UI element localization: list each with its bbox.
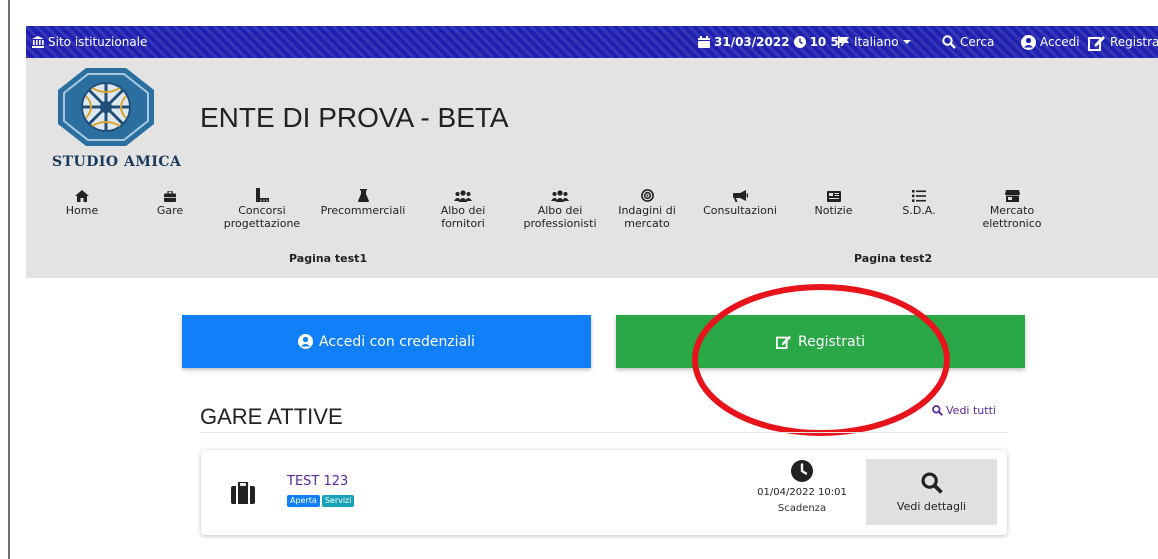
search-icon bbox=[920, 471, 943, 494]
flag-icon bbox=[838, 36, 849, 48]
nav-precommerciali-label: Precommerciali bbox=[320, 204, 406, 217]
nav-page-test2[interactable]: Pagina test2 bbox=[854, 252, 932, 265]
edit-icon bbox=[776, 335, 792, 349]
login-button-label: Accedi con credenziali bbox=[319, 333, 475, 350]
nav-mercato-label: Mercato elettronico bbox=[982, 204, 1042, 230]
users-icon bbox=[454, 190, 472, 202]
briefcase-icon bbox=[164, 191, 176, 202]
home-icon bbox=[75, 190, 89, 202]
list-icon bbox=[912, 190, 926, 202]
nav-gare[interactable]: Gare bbox=[150, 184, 190, 217]
search-link[interactable]: Cerca bbox=[942, 26, 994, 58]
login-link[interactable]: Accedi bbox=[1021, 26, 1080, 58]
status-badge: Aperta bbox=[287, 495, 320, 507]
ruler-icon bbox=[255, 188, 269, 202]
left-border bbox=[8, 0, 10, 559]
users-icon bbox=[551, 190, 569, 202]
login-label: Accedi bbox=[1040, 35, 1080, 49]
section-divider bbox=[200, 432, 1008, 433]
nav-notizie[interactable]: Notizie bbox=[806, 184, 861, 217]
view-details-label: Vedi dettagli bbox=[896, 499, 967, 513]
deadline-label: Scadenza bbox=[777, 503, 827, 514]
nav-concorsi-progettazione[interactable]: Concorsi progettazione bbox=[217, 184, 307, 230]
nav-gare-label: Gare bbox=[156, 204, 184, 217]
search-label: Cerca bbox=[960, 35, 995, 49]
flask-icon bbox=[357, 189, 369, 202]
nav-home[interactable]: Home bbox=[62, 184, 102, 217]
current-date: 31/03/2022 bbox=[714, 35, 790, 49]
deadline-date: 01/04/2022 10:01 bbox=[757, 487, 847, 498]
tender-badges: Aperta Servizi bbox=[287, 495, 355, 507]
nav-indagini-mercato[interactable]: Indagini di mercato bbox=[612, 184, 682, 230]
nav-consultazioni[interactable]: Consultazioni bbox=[700, 184, 780, 217]
user-circle-icon bbox=[1021, 34, 1036, 50]
user-circle-icon bbox=[298, 334, 314, 349]
tender-card: TEST 123 Aperta Servizi 01/04/2022 10:01… bbox=[201, 450, 1007, 535]
nav-concorsi-label: Concorsi progettazione bbox=[223, 204, 301, 230]
language-label: Italiano bbox=[854, 35, 899, 49]
nav-home-label: Home bbox=[65, 204, 99, 217]
nav-albo-professionisti[interactable]: Albo dei professionisti bbox=[515, 184, 605, 230]
nav-notizie-label: Notizie bbox=[814, 204, 853, 217]
language-selector[interactable]: Italiano bbox=[838, 26, 911, 58]
site-title: ENTE DI PROVA - BETA bbox=[200, 102, 509, 133]
search-icon bbox=[942, 35, 956, 49]
view-details-button[interactable]: Vedi dettagli bbox=[866, 459, 997, 525]
bullhorn-icon bbox=[732, 190, 748, 202]
newspaper-icon bbox=[826, 191, 841, 202]
institutional-site-link[interactable]: Sito istituzionale bbox=[32, 26, 147, 58]
institution-icon bbox=[32, 36, 44, 48]
briefcase-icon bbox=[231, 482, 255, 504]
nav-sda[interactable]: S.D.A. bbox=[894, 184, 944, 217]
target-icon bbox=[640, 189, 654, 202]
site-header bbox=[26, 58, 1158, 278]
login-with-credentials-button[interactable]: Accedi con credenziali bbox=[182, 315, 591, 368]
calendar-icon bbox=[698, 36, 710, 48]
nav-precommerciali[interactable]: Precommerciali bbox=[318, 184, 408, 217]
tender-deadline: 01/04/2022 10:01 Scadenza bbox=[747, 460, 857, 514]
see-all-link[interactable]: Vedi tutti bbox=[932, 404, 996, 417]
nav-page-test1[interactable]: Pagina test1 bbox=[289, 252, 367, 265]
search-icon bbox=[932, 405, 943, 416]
nav-indagini-label: Indagini di mercato bbox=[618, 204, 676, 230]
studio-amica-logo bbox=[58, 68, 154, 146]
nav-albo-fornitori[interactable]: Albo dei fornitori bbox=[428, 184, 498, 230]
nav-sda-label: S.D.A. bbox=[902, 204, 936, 217]
clock-icon bbox=[793, 36, 806, 48]
nav-albo-professionisti-label: Albo dei professionisti bbox=[523, 204, 597, 230]
active-tenders-title: GARE ATTIVE bbox=[200, 404, 343, 429]
date-time: 31/03/2022 10 57 bbox=[698, 26, 847, 58]
register-link[interactable]: Registra bbox=[1088, 26, 1158, 58]
caret-down-icon bbox=[902, 40, 911, 44]
institutional-site-label: Sito istituzionale bbox=[48, 35, 148, 49]
store-icon bbox=[1004, 190, 1020, 202]
register-label: Registra bbox=[1110, 35, 1158, 49]
nav-consultazioni-label: Consultazioni bbox=[703, 204, 777, 217]
top-bar: Sito istituzionale 31/03/2022 10 57 Ital… bbox=[26, 26, 1158, 58]
edit-icon bbox=[1088, 35, 1105, 51]
clock-icon bbox=[791, 460, 813, 482]
category-badge: Servizi bbox=[321, 495, 355, 507]
tender-title-link[interactable]: TEST 123 bbox=[287, 474, 348, 489]
see-all-label: Vedi tutti bbox=[946, 404, 996, 417]
register-button[interactable]: Registrati bbox=[616, 315, 1025, 368]
logo-text: STUDIO AMICA bbox=[52, 154, 182, 170]
nav-albo-fornitori-label: Albo dei fornitori bbox=[440, 204, 486, 230]
register-button-label: Registrati bbox=[798, 333, 865, 350]
nav-mercato-elettronico[interactable]: Mercato elettronico bbox=[972, 184, 1052, 230]
